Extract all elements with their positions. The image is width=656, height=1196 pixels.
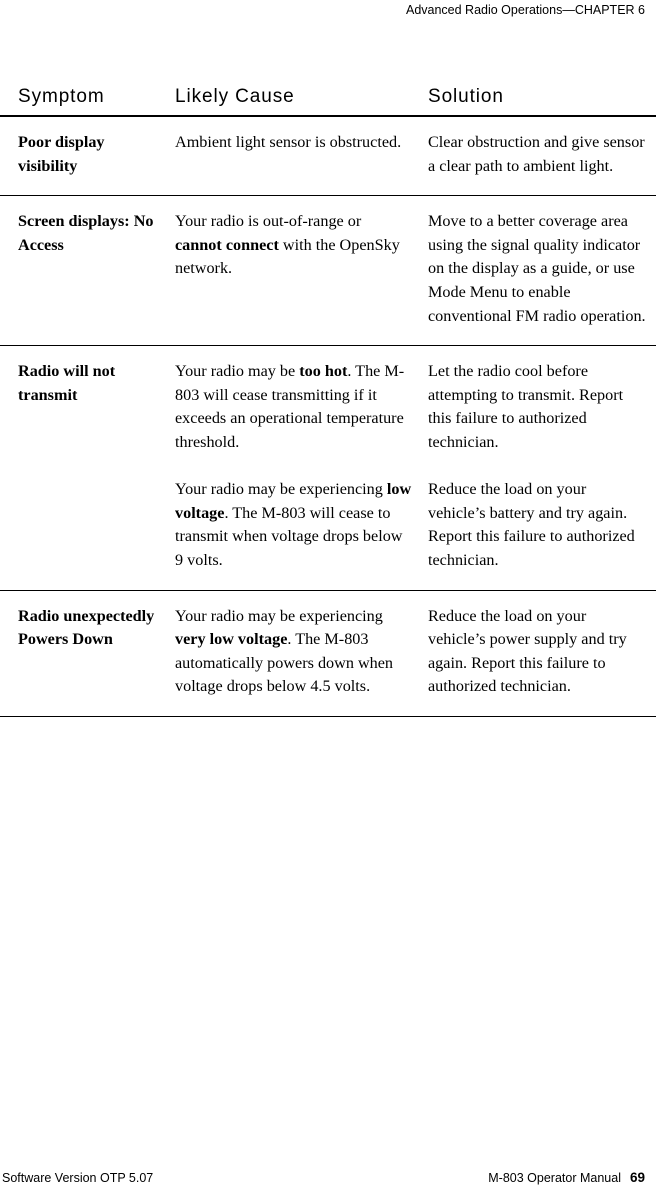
cell-paragraph: Move to a better coverage area using the… (428, 210, 646, 328)
table-header: Symptom Likely Cause Solution (0, 86, 656, 117)
table-row: Screen displays: No Access Your radio is … (0, 195, 656, 347)
body-text: Your radio may be experiencing (175, 480, 387, 499)
footer-manual-info: M-803 Operator Manual 69 (488, 1168, 645, 1188)
cell-solution: Clear obstruction and give sensor a clea… (424, 116, 656, 197)
cell-paragraph: Reduce the load on your vehicle’s batter… (428, 478, 646, 572)
table-row: Poor display visibility Ambient light sen… (0, 116, 656, 197)
emphasis-text: cannot connect (175, 235, 279, 254)
cell-paragraph: Let the radio cool before attempting to … (428, 360, 646, 454)
footer-page-number: 69 (629, 1170, 645, 1185)
cell-paragraph: Your radio may be experiencing low volta… (175, 478, 412, 572)
cell-paragraph: Reduce the load on your vehicle’s power … (428, 605, 646, 699)
cell-likely-cause: Ambient light sensor is obstructed. (170, 116, 424, 197)
body-text: Your radio may be experiencing (175, 606, 383, 625)
cell-symptom: Poor display visibility (0, 116, 170, 197)
body-text: Your radio is out-of-range or (175, 212, 362, 231)
page-footer: Software Version OTP 5.07 M-803 Operator… (0, 1168, 656, 1188)
cell-likely-cause: Your radio is out-of-range or cannot con… (170, 195, 424, 347)
cell-paragraph: Your radio may be too hot. The M-803 wil… (175, 360, 412, 454)
body-text: Clear obstruction and give sensor a clea… (428, 133, 645, 175)
cell-paragraph: Clear obstruction and give sensor a clea… (428, 131, 646, 178)
column-header-solution: Solution (424, 86, 656, 117)
cell-symptom: Radio unexpectedly Powers Down (0, 590, 170, 717)
cell-paragraph: Your radio is out-of-range or cannot con… (175, 210, 412, 281)
body-text: Reduce the load on your vehicle’s batter… (428, 480, 635, 569)
table-body: Poor display visibility Ambient light sen… (0, 116, 656, 717)
body-text: Reduce the load on your vehicle’s power … (428, 606, 627, 696)
cell-paragraph: Your radio may be experiencing very low … (175, 605, 412, 699)
cell-likely-cause: Your radio may be experiencing very low … (170, 590, 424, 717)
cell-solution: Move to a better coverage area using the… (424, 195, 656, 347)
cell-solution: Reduce the load on your vehicle’s power … (424, 590, 656, 717)
cell-symptom: Radio will not transmit (0, 345, 170, 591)
footer-manual-title: M-803 Operator Manual (488, 1171, 621, 1185)
column-header-likely-cause: Likely Cause (170, 86, 424, 117)
troubleshooting-table-container: Symptom Likely Cause Solution Poor displ… (0, 86, 656, 717)
cell-likely-cause: Your radio may be too hot. The M-803 wil… (170, 345, 424, 591)
troubleshooting-table: Symptom Likely Cause Solution Poor displ… (0, 86, 656, 717)
body-text: Ambient light sensor is obstructed. (175, 133, 402, 151)
cell-paragraph: Ambient light sensor is obstructed. (175, 131, 412, 155)
table-row: Radio will not transmit Your radio may be… (0, 345, 656, 591)
body-text: Let the radio cool before attempting to … (428, 362, 624, 451)
cell-symptom: Screen displays: No Access (0, 195, 170, 347)
footer-software-version: Software Version OTP 5.07 (2, 1171, 154, 1185)
table-row: Radio unexpectedly Powers Down Your radio… (0, 590, 656, 717)
emphasis-text: too hot (299, 362, 348, 381)
body-text: Your radio may be (175, 362, 300, 381)
table-header-row: Symptom Likely Cause Solution (0, 86, 656, 117)
body-text: Move to a better coverage area using the… (428, 212, 646, 325)
column-header-symptom: Symptom (0, 86, 170, 117)
running-header: Advanced Radio Operations—CHAPTER 6 (405, 3, 645, 17)
cell-solution: Let the radio cool before attempting to … (424, 345, 656, 591)
emphasis-text: very low voltage (175, 630, 288, 649)
